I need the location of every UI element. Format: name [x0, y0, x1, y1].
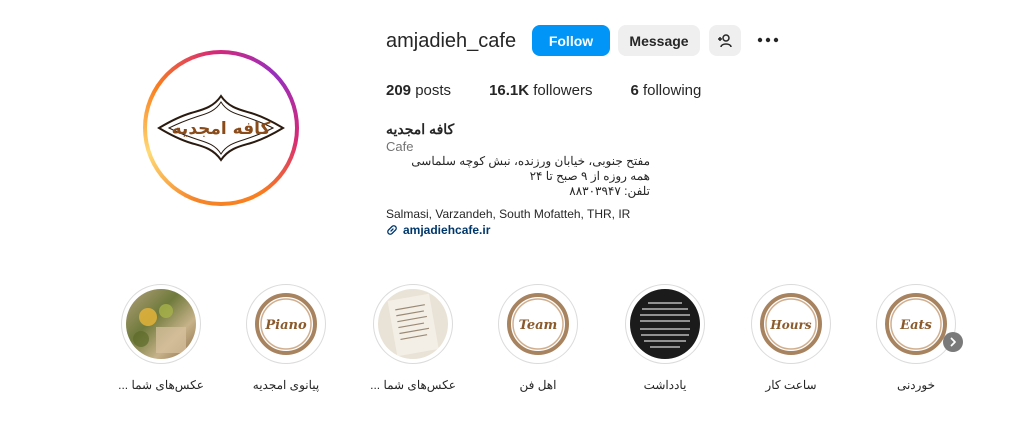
highlight-cover	[625, 284, 705, 364]
more-options-icon	[757, 37, 779, 43]
ring-text: Piano	[264, 318, 307, 333]
bio-line: مفتح جنوبی، خیابان ورزنده، نبش کوچه سلما…	[411, 154, 650, 168]
highlight-label: یادداشت	[643, 378, 687, 392]
plant-photo-icon	[126, 289, 196, 359]
ring-text: Eats	[899, 318, 932, 333]
following-stat[interactable]: 6 following	[630, 82, 701, 99]
cafe-logo: کافه امجدیه	[157, 94, 285, 162]
profile-website-link[interactable]: amjadiehcafe.ir	[386, 223, 490, 237]
followers-count: 16.1K	[489, 82, 530, 99]
avatar-image: کافه امجدیه	[147, 54, 295, 202]
highlight-item[interactable]: عکس‌های شما ...	[116, 284, 206, 392]
bio-line: همه روزه از ۹ صبح تا ۲۴	[529, 169, 650, 183]
profile-username: amjadieh_cafe	[386, 30, 517, 52]
ring-text: Hours	[769, 318, 811, 332]
highlight-label: اهل فن	[519, 378, 557, 392]
chevron-right-icon	[950, 337, 956, 347]
highlight-label: عکس‌های شما ...	[118, 378, 204, 392]
follow-button[interactable]: Follow	[532, 25, 610, 56]
website-text: amjadiehcafe.ir	[403, 223, 491, 237]
highlight-cover: Eats	[876, 284, 956, 364]
highlight-cover: Piano	[246, 284, 326, 364]
highlight-label: خوردنی	[896, 378, 936, 392]
highlight-item[interactable]: یادداشت	[620, 284, 710, 392]
highlight-cover	[373, 284, 453, 364]
followers-label: followers	[533, 82, 593, 99]
ring-text: Team	[519, 318, 558, 333]
coffee-ring-icon: Eats	[881, 289, 951, 359]
highlight-cover: Hours	[751, 284, 831, 364]
profile-address: Salmasi, Varzandeh, South Mofatteh, THR,…	[386, 207, 631, 221]
posts-label: posts	[415, 82, 452, 99]
bio-line: تلفن: ۸۸۳۰۳۹۴۷	[569, 184, 650, 198]
posts-count: 209	[386, 82, 412, 99]
highlight-item[interactable]: Team اهل فن	[493, 284, 583, 392]
following-count: 6	[630, 82, 639, 99]
coffee-ring-icon: Piano	[251, 289, 321, 359]
highlight-label: پیانوی امجدیه	[252, 378, 320, 392]
highlight-cover	[121, 284, 201, 364]
suggested-accounts-button[interactable]	[709, 25, 741, 56]
profile-category: Cafe	[386, 139, 414, 154]
add-user-icon	[718, 33, 732, 47]
following-label: following	[642, 82, 702, 99]
highlight-label: ساعت کار	[765, 378, 817, 392]
coffee-ring-icon: Hours	[756, 289, 826, 359]
highlight-item[interactable]: Hours ساعت کار	[746, 284, 836, 392]
message-button[interactable]: Message	[618, 25, 700, 56]
highlights-next-button[interactable]	[943, 332, 963, 352]
highlight-item[interactable]: عکس‌های شما ...	[368, 284, 458, 392]
highlight-label: عکس‌های شما ...	[370, 378, 456, 392]
profile-display-name: کافه امجدیه	[386, 121, 455, 137]
highlight-cover: Team	[498, 284, 578, 364]
story-highlights: عکس‌های شما ... Piano پیانوی امجدیه	[0, 284, 1024, 404]
text-note-icon	[630, 289, 700, 359]
posts-stat: 209 posts	[386, 82, 451, 99]
link-icon	[387, 225, 397, 235]
followers-stat[interactable]: 16.1K followers	[489, 82, 592, 99]
menu-photo-icon	[378, 289, 448, 359]
coffee-ring-icon: Team	[503, 289, 573, 359]
svg-text:کافه امجدیه: کافه امجدیه	[172, 119, 271, 139]
highlight-item[interactable]: Piano پیانوی امجدیه	[241, 284, 331, 392]
profile-stats: 209 posts 16.1K followers 6 following	[386, 82, 739, 99]
profile-bio: مفتح جنوبی، خیابان ورزنده، نبش کوچه سلما…	[386, 154, 650, 199]
profile-avatar[interactable]: کافه امجدیه	[143, 50, 299, 206]
options-button[interactable]	[754, 29, 782, 51]
